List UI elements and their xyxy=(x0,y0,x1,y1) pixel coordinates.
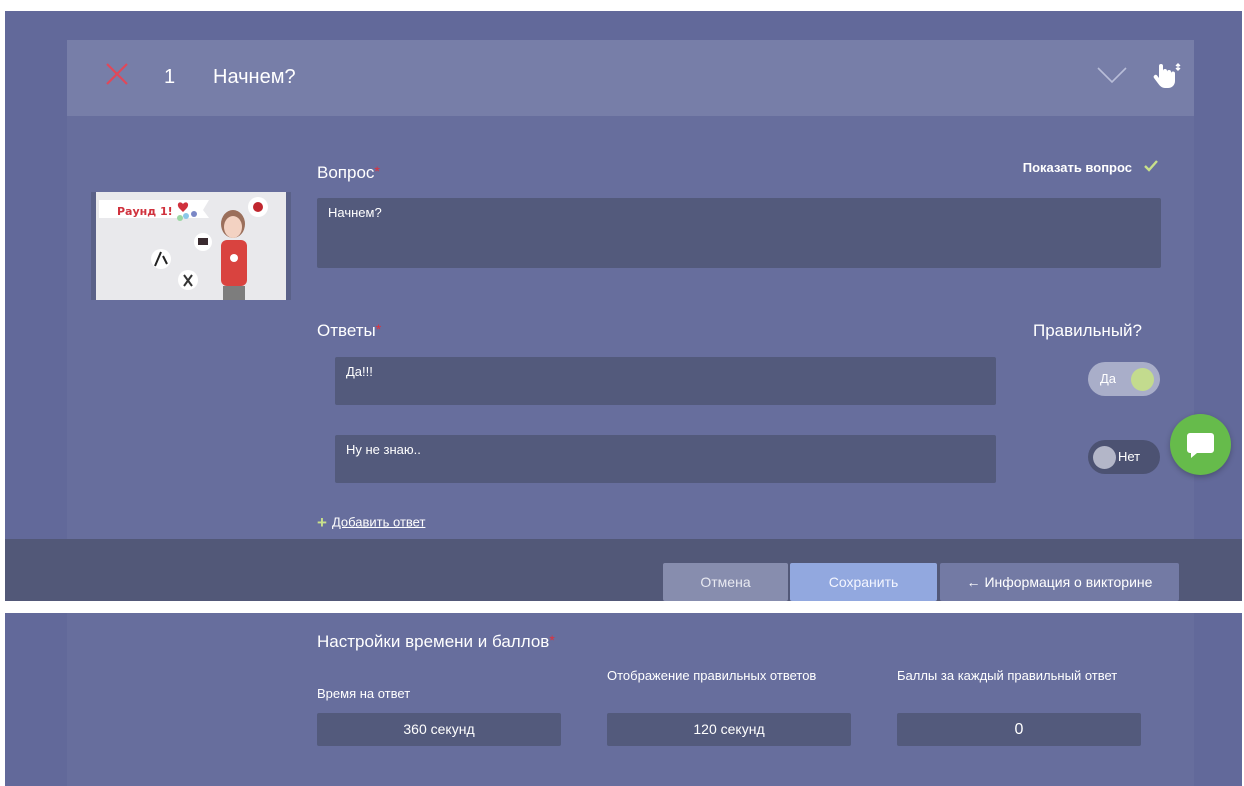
correct-toggle-yes[interactable]: Да xyxy=(1088,362,1160,396)
answer-time-label: Время на ответ xyxy=(317,686,411,701)
question-label: Вопрос* xyxy=(317,163,380,182)
cancel-button[interactable]: Отмена xyxy=(663,563,788,601)
question-card: 1 Начнем? Раунд 1! Вопрос* Показать вопр… xyxy=(67,40,1194,600)
settings-title: Настройки времени и баллов* xyxy=(317,632,555,651)
question-number: 1 xyxy=(164,66,176,88)
answer-input[interactable]: Ну не знаю.. xyxy=(335,435,996,483)
points-field[interactable]: 0 xyxy=(897,713,1141,746)
question-image[interactable]: Раунд 1! xyxy=(91,192,291,300)
quiz-info-button[interactable]: ← Информация о викторине xyxy=(940,563,1179,601)
footer-bar: Отмена Сохранить ← Информация о викторин… xyxy=(5,539,1242,601)
save-button[interactable]: Сохранить xyxy=(790,563,937,601)
chat-button[interactable] xyxy=(1170,414,1231,475)
show-answers-time-label: Отображение правильных ответов xyxy=(607,668,817,683)
show-answers-time-field[interactable]: 120 секунд xyxy=(607,713,851,746)
question-editor-panel: 1 Начнем? Раунд 1! Вопрос* Показать вопр… xyxy=(5,11,1242,601)
thumbnail-caption: Раунд 1! xyxy=(117,205,173,218)
close-icon[interactable] xyxy=(105,62,129,86)
correct-label: Правильный? xyxy=(1033,321,1142,340)
add-answer-link[interactable]: + Добавить ответ xyxy=(317,513,425,533)
answers-label: Ответы* xyxy=(317,321,382,340)
question-header[interactable]: 1 Начнем? xyxy=(67,40,1194,116)
drag-hand-icon[interactable] xyxy=(1150,60,1182,92)
answer-input[interactable]: Да!!! xyxy=(335,357,996,405)
question-input[interactable]: Начнем? xyxy=(317,198,1161,268)
checkmark-icon[interactable] xyxy=(1142,157,1160,175)
arrow-left-icon: ← xyxy=(966,574,981,590)
chevron-down-icon[interactable] xyxy=(1097,66,1127,84)
answer-time-field[interactable]: 360 секунд xyxy=(317,713,561,746)
question-header-title: Начнем? xyxy=(213,66,296,88)
show-question-label: Показать вопрос xyxy=(1022,160,1132,175)
settings-panel: Настройки времени и баллов* Время на отв… xyxy=(5,613,1242,786)
settings-card: Настройки времени и баллов* Время на отв… xyxy=(67,613,1194,786)
plus-icon: + xyxy=(317,513,327,532)
points-label: Баллы за каждый правильный ответ xyxy=(897,668,1118,683)
chat-icon xyxy=(1187,433,1214,458)
correct-toggle-no[interactable]: Нет xyxy=(1088,440,1160,474)
